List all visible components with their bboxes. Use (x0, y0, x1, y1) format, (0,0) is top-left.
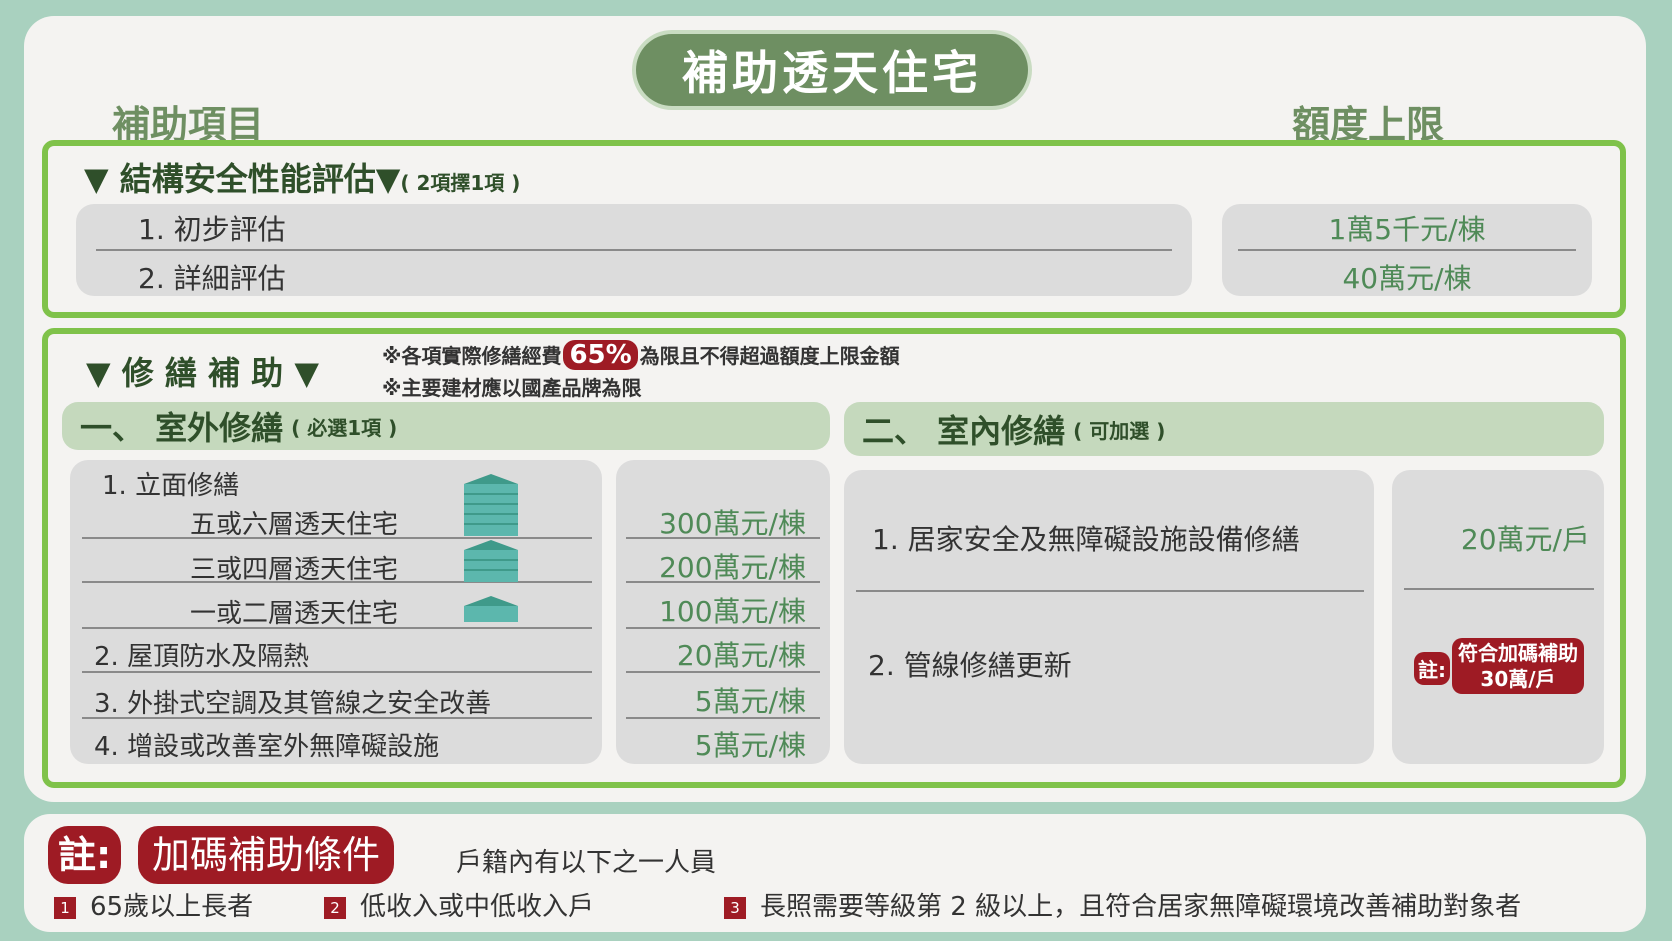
condition-number: 1 (54, 896, 76, 919)
outdoor-item-2: 2. 屋頂防水及隔熱 (94, 642, 310, 672)
divider (626, 581, 820, 583)
structural-item-1: 1. 初步評估 (138, 213, 286, 246)
outdoor-amount-2: 200萬元/棟 (659, 551, 806, 584)
structural-heading: ▼ 結構安全性能評估▼( 2項擇1項 ) (84, 160, 521, 198)
page-title: 補助透天住宅 (636, 34, 1028, 106)
outdoor-sub-3: 一或二層透天住宅 (190, 599, 399, 629)
divider (856, 590, 1364, 592)
outdoor-item-4: 4. 增設或改善室外無障礙設施 (94, 732, 440, 762)
structural-amount-1: 1萬5千元/棟 (1328, 213, 1486, 246)
outdoor-heading: 一、 室外修繕( 必選1項 ) (62, 402, 830, 450)
outdoor-amount-5: 5萬元/棟 (694, 685, 806, 718)
divider (626, 627, 820, 629)
outdoor-note: ( 必選1項 ) (291, 415, 398, 440)
divider (626, 717, 820, 719)
outdoor-amount-1: 300萬元/棟 (659, 507, 806, 540)
percentage-badge: 65% (563, 340, 638, 370)
divider (82, 537, 592, 539)
bonus-note-label: 註: (1414, 652, 1450, 685)
mid-building-icon (464, 540, 518, 582)
indoor-items-panel (844, 470, 1374, 764)
bonus-note-tag: 符合加碼補助 30萬/戶 (1452, 638, 1584, 694)
indoor-item-1: 1. 居家安全及無障礙設施設備修繕 (872, 523, 1300, 556)
outdoor-item-3: 3. 外掛式空調及其管線之安全改善 (94, 689, 492, 719)
divider (82, 717, 592, 719)
condition-number: 2 (324, 896, 346, 919)
divider (1404, 588, 1594, 590)
repair-heading: ▼ 修 繕 補 助 ▼ (86, 354, 319, 392)
outdoor-amount-6: 5萬元/棟 (694, 729, 806, 762)
outdoor-item-1: 1. 立面修繕 (102, 471, 240, 501)
condition-number: 3 (724, 896, 746, 919)
divider (626, 671, 820, 673)
condition-item-1: 1 65歲以上長者 (54, 886, 253, 923)
divider (82, 627, 592, 629)
bonus-note-line-2: 30萬/戶 (1480, 667, 1556, 691)
indoor-note: ( 可加選 ) (1073, 418, 1166, 443)
divider (1238, 249, 1576, 251)
divider (626, 537, 820, 539)
bonus-conditions-intro: 戶籍內有以下之一人員 (456, 848, 717, 878)
repair-note-2: ※主要建材應以國產品牌為限 (382, 376, 642, 400)
indoor-amounts-panel (1392, 470, 1604, 764)
indoor-amount-1: 20萬元/戶 (1460, 523, 1590, 556)
condition-item-3: 3 長照需要等級第 2 級以上，且符合居家無障礙環境改善補助對象者 (724, 886, 1521, 923)
bonus-conditions-title: 加碼補助條件 (138, 826, 395, 884)
outdoor-amount-4: 20萬元/棟 (676, 639, 806, 672)
tall-building-icon (464, 474, 518, 536)
structural-amount-2: 40萬元/棟 (1342, 262, 1472, 295)
divider (82, 671, 592, 673)
divider (96, 249, 1172, 251)
condition-item-2: 2 低收入或中低收入戶 (324, 886, 594, 923)
indoor-item-2: 2. 管線修繕更新 (868, 649, 1072, 682)
footer-note-label: 註: (48, 826, 122, 884)
indoor-heading: 二、 室內修繕( 可加選 ) (844, 402, 1604, 456)
bonus-note-line-1: 符合加碼補助 (1458, 641, 1578, 665)
repair-note-1: ※各項實際修繕經費 65% 為限且不得超過額度上限金額 (382, 340, 900, 370)
structural-item-2: 2. 詳細評估 (138, 262, 286, 295)
low-building-icon (464, 596, 518, 622)
structural-note: ( 2項擇1項 ) (400, 171, 521, 195)
outdoor-amount-3: 100萬元/棟 (659, 595, 806, 628)
outdoor-sub-1: 五或六層透天住宅 (190, 510, 399, 540)
